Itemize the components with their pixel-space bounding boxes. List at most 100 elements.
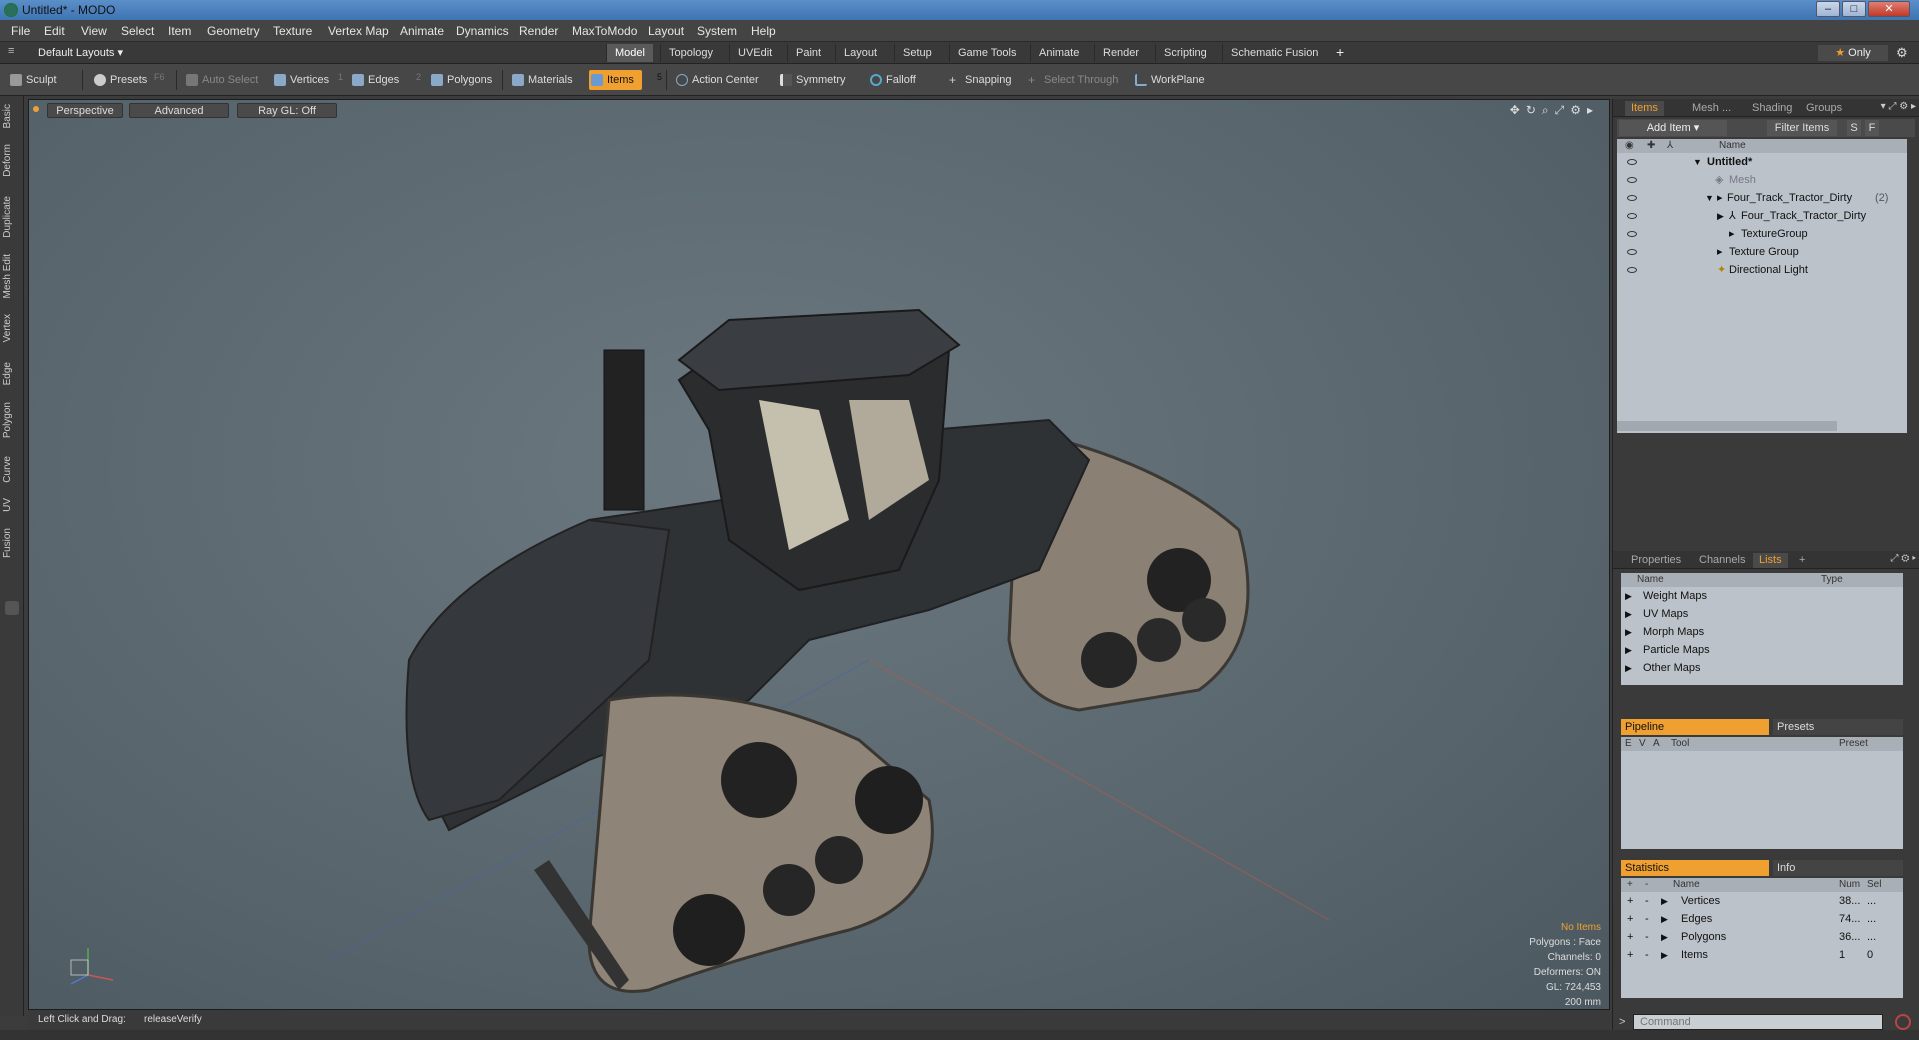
menu-animate[interactable]: Animate xyxy=(400,24,444,38)
horizontal-scrollbar[interactable] xyxy=(1617,421,1837,431)
tree-item-texture-group[interactable]: ▸ Texture Group xyxy=(1617,243,1907,261)
polygons-button[interactable]: Polygons xyxy=(429,70,492,90)
stat-row-items[interactable]: + - ▶ Items 1 0 xyxy=(1621,946,1903,964)
only-toggle[interactable]: ★ Only xyxy=(1818,45,1888,61)
tab-properties[interactable]: Properties xyxy=(1625,553,1687,568)
expand-arrow-icon[interactable]: ▼ xyxy=(1693,153,1702,171)
tab-render[interactable]: Render xyxy=(1094,44,1147,62)
edges-button[interactable]: Edges xyxy=(350,70,399,90)
vtab-curve[interactable]: Curve xyxy=(2,456,22,483)
tab-setup[interactable]: Setup xyxy=(894,44,940,62)
menu-texture[interactable]: Texture xyxy=(273,24,312,38)
menu-maxtomodo[interactable]: MaxToModo xyxy=(572,24,637,38)
action-center-button[interactable]: Action Center xyxy=(674,70,759,90)
visibility-eye-icon[interactable] xyxy=(1627,159,1637,165)
auto-select-button[interactable]: Auto Select xyxy=(184,70,258,90)
tab-statistics[interactable]: Statistics xyxy=(1621,860,1769,876)
vtab-deform[interactable]: Deform xyxy=(2,144,22,177)
add-item-dropdown[interactable]: Add Item ▾ xyxy=(1619,120,1727,136)
tab-schematic-fusion[interactable]: Schematic Fusion xyxy=(1222,44,1326,62)
menu-render[interactable]: Render xyxy=(519,24,558,38)
tab-pipeline[interactable]: Pipeline xyxy=(1621,719,1769,735)
tab-layout[interactable]: Layout xyxy=(835,44,885,62)
visibility-eye-icon[interactable] xyxy=(1627,195,1637,201)
expand-arrow-icon[interactable]: ▶ xyxy=(1717,207,1724,225)
stat-row-vertices[interactable]: + - ▶ Vertices 38... ... xyxy=(1621,892,1903,910)
maximize-button[interactable]: □ xyxy=(1842,1,1866,17)
tab-items[interactable]: Items xyxy=(1625,101,1664,116)
menu-select[interactable]: Select xyxy=(121,24,154,38)
vtab-fusion[interactable]: Fusion xyxy=(2,528,22,558)
s-button[interactable]: S xyxy=(1847,120,1861,136)
vtab-edge[interactable]: Edge xyxy=(2,362,22,385)
menu-geometry[interactable]: Geometry xyxy=(207,24,260,38)
tree-item-directional-light[interactable]: ✦ Directional Light xyxy=(1617,261,1907,279)
vtab-duplicate[interactable]: Duplicate xyxy=(2,196,22,238)
tree-item-tractor-group[interactable]: ▼ ▸ Four_Track_Tractor_Dirty (2) xyxy=(1617,189,1907,207)
tab-channels[interactable]: Channels xyxy=(1693,553,1751,568)
menu-view[interactable]: View xyxy=(81,24,107,38)
menu-system[interactable]: System xyxy=(697,24,737,38)
tab-scripting[interactable]: Scripting xyxy=(1155,44,1215,62)
tab-paint[interactable]: Paint xyxy=(787,44,829,62)
f-button[interactable]: F xyxy=(1865,120,1879,136)
layout-menu-icon[interactable]: ≡ xyxy=(8,45,14,57)
menu-file[interactable]: File xyxy=(11,24,30,38)
vertices-button[interactable]: Vertices xyxy=(272,70,329,90)
tab-topology[interactable]: Topology xyxy=(660,44,721,62)
materials-button[interactable]: Materials xyxy=(510,70,573,90)
items-button[interactable]: Items xyxy=(589,70,642,90)
visibility-eye-icon[interactable] xyxy=(1627,267,1637,273)
tab-mesh[interactable]: Mesh ... xyxy=(1686,101,1737,116)
add-tab-button[interactable]: + xyxy=(1336,44,1344,60)
vtab-basic[interactable]: Basic xyxy=(2,104,22,128)
visibility-eye-icon[interactable] xyxy=(1627,231,1637,237)
vtab-polygon[interactable]: Polygon xyxy=(2,402,22,438)
gear-icon[interactable]: ⚙ xyxy=(1896,45,1908,61)
3d-viewport[interactable]: Perspective Advanced Ray GL: Off ✥↻⌕⤢⚙▸ xyxy=(28,99,1610,1010)
tab-options-icon[interactable] xyxy=(5,601,19,615)
falloff-button[interactable]: Falloff xyxy=(868,70,916,90)
tab-lists[interactable]: Lists xyxy=(1753,553,1788,568)
tab-groups[interactable]: Groups xyxy=(1800,101,1848,116)
vtab-mesh-edit[interactable]: Mesh Edit xyxy=(2,254,22,298)
snapping-button[interactable]: + Snapping xyxy=(947,70,1012,90)
add-panel-tab[interactable]: + xyxy=(1793,553,1811,568)
symmetry-button[interactable]: Symmetry xyxy=(778,70,846,90)
tab-model[interactable]: Model xyxy=(606,44,653,62)
vtab-vertex[interactable]: Vertex xyxy=(2,314,22,342)
stat-row-polygons[interactable]: + - ▶ Polygons 36... ... xyxy=(1621,928,1903,946)
tab-presets[interactable]: Presets xyxy=(1773,719,1903,735)
presets-button[interactable]: Presets xyxy=(92,70,147,90)
tab-animate[interactable]: Animate xyxy=(1030,44,1087,62)
tab-shading[interactable]: Shading xyxy=(1746,101,1798,116)
minimize-button[interactable]: – xyxy=(1816,1,1840,17)
select-through-button[interactable]: + Select Through xyxy=(1026,70,1118,90)
record-icon[interactable] xyxy=(1895,1014,1911,1030)
workplane-button[interactable]: WorkPlane xyxy=(1133,70,1205,90)
menu-dynamics[interactable]: Dynamics xyxy=(456,24,509,38)
tab-game-tools[interactable]: Game Tools xyxy=(949,44,1025,62)
vtab-uv[interactable]: UV xyxy=(2,498,22,512)
menu-vertex-map[interactable]: Vertex Map xyxy=(328,24,389,38)
menu-item[interactable]: Item xyxy=(168,24,191,38)
tree-item-mesh[interactable]: ◈ Mesh xyxy=(1617,171,1907,189)
command-input[interactable] xyxy=(1633,1014,1883,1030)
tab-info[interactable]: Info xyxy=(1773,860,1903,876)
visibility-eye-icon[interactable] xyxy=(1627,213,1637,219)
visibility-eye-icon[interactable] xyxy=(1627,177,1637,183)
filter-items-input[interactable]: Filter Items xyxy=(1767,120,1837,136)
expand-arrow-icon[interactable]: ▼ xyxy=(1705,189,1714,207)
stat-row-edges[interactable]: + - ▶ Edges 74... ... xyxy=(1621,910,1903,928)
panel-options-icon[interactable]: ⤢ ⚙ ▸ xyxy=(1890,553,1916,564)
visibility-eye-icon[interactable] xyxy=(1627,249,1637,255)
tab-uvedit[interactable]: UVEdit xyxy=(729,44,780,62)
tree-item-texturegroup[interactable]: ▸ TextureGroup xyxy=(1617,225,1907,243)
sculpt-button[interactable]: Sculpt xyxy=(8,70,57,90)
menu-help[interactable]: Help xyxy=(751,24,776,38)
menu-layout[interactable]: Layout xyxy=(648,24,684,38)
close-button[interactable]: ✕ xyxy=(1868,1,1910,17)
tree-item-tractor-mesh[interactable]: ▶ ⅄ Four_Track_Tractor_Dirty xyxy=(1617,207,1907,225)
menu-edit[interactable]: Edit xyxy=(44,24,65,38)
panel-options-icon[interactable]: ▾ ⤢ ⚙ ▸ xyxy=(1881,101,1916,112)
